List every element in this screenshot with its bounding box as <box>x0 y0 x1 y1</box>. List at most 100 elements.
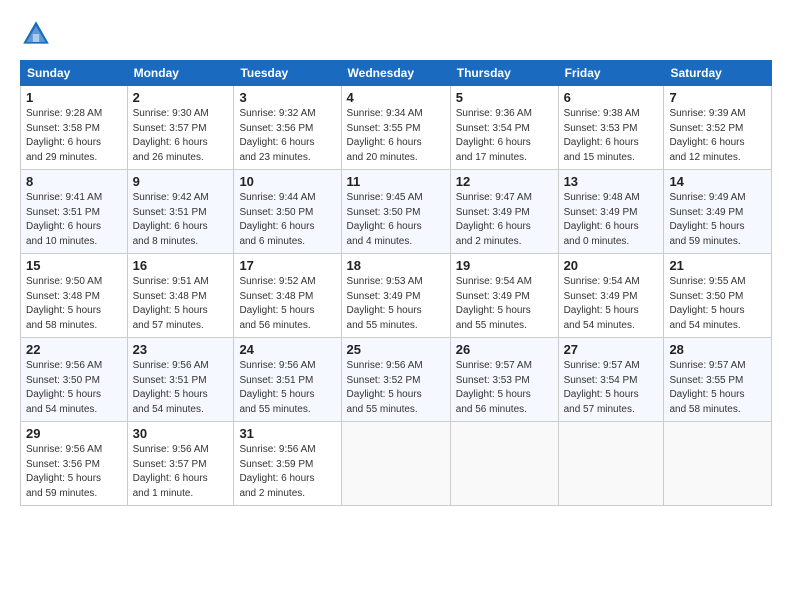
day-number: 4 <box>347 90 445 105</box>
calendar-cell: 6Sunrise: 9:38 AM Sunset: 3:53 PM Daylig… <box>558 86 664 170</box>
day-info: Sunrise: 9:56 AM Sunset: 3:51 PM Dayligh… <box>239 359 335 417</box>
day-info: Sunrise: 9:44 AM Sunset: 3:50 PM Dayligh… <box>239 191 335 249</box>
calendar-cell: 20 Sunrise: 9:54 AM Sunset: 3:49 PM Dayli… <box>558 254 664 338</box>
day-info: Sunrise: 9:54 AM Sunset: 3:49 PM Dayligh… <box>564 275 659 333</box>
calendar-body: 1 Sunrise: 9:28 AM Sunset: 3:58 PM Daylig… <box>21 86 772 506</box>
day-number: 13 <box>564 174 659 189</box>
calendar-header-row: SundayMondayTuesdayWednesdayThursdayFrid… <box>21 61 772 86</box>
calendar-header-saturday: Saturday <box>664 61 772 86</box>
day-info: Sunrise: 9:56 AM Sunset: 3:57 PM Dayligh… <box>133 443 229 501</box>
calendar-cell: 24Sunrise: 9:56 AM Sunset: 3:51 PM Dayli… <box>234 338 341 422</box>
calendar-cell: 31 Sunrise: 9:56 AM Sunset: 3:59 PM Dayli… <box>234 422 341 506</box>
calendar-header-sunday: Sunday <box>21 61 128 86</box>
calendar-cell: 9 Sunrise: 9:42 AM Sunset: 3:51 PM Daylig… <box>127 170 234 254</box>
calendar-cell: 19 Sunrise: 9:54 AM Sunset: 3:49 PM Dayli… <box>450 254 558 338</box>
day-info: Sunrise: 9:49 AM Sunset: 3:49 PM Dayligh… <box>669 191 766 249</box>
calendar-cell: 26Sunrise: 9:57 AM Sunset: 3:53 PM Dayli… <box>450 338 558 422</box>
day-number: 20 <box>564 258 659 273</box>
calendar-cell: 11 Sunrise: 9:45 AM Sunset: 3:50 PM Dayli… <box>341 170 450 254</box>
day-number: 3 <box>239 90 335 105</box>
day-number: 29 <box>26 426 122 441</box>
calendar-cell: 28 Sunrise: 9:57 AM Sunset: 3:55 PM Dayli… <box>664 338 772 422</box>
calendar-week-3: 15Sunrise: 9:50 AM Sunset: 3:48 PM Dayli… <box>21 254 772 338</box>
calendar-cell: 15Sunrise: 9:50 AM Sunset: 3:48 PM Dayli… <box>21 254 128 338</box>
day-number: 11 <box>347 174 445 189</box>
day-info: Sunrise: 9:36 AM Sunset: 3:54 PM Dayligh… <box>456 107 553 165</box>
day-info: Sunrise: 9:32 AM Sunset: 3:56 PM Dayligh… <box>239 107 335 165</box>
day-info: Sunrise: 9:47 AM Sunset: 3:49 PM Dayligh… <box>456 191 553 249</box>
day-info: Sunrise: 9:57 AM Sunset: 3:55 PM Dayligh… <box>669 359 766 417</box>
day-info: Sunrise: 9:39 AM Sunset: 3:52 PM Dayligh… <box>669 107 766 165</box>
day-info: Sunrise: 9:41 AM Sunset: 3:51 PM Dayligh… <box>26 191 122 249</box>
calendar-header-wednesday: Wednesday <box>341 61 450 86</box>
calendar-cell: 4 Sunrise: 9:34 AM Sunset: 3:55 PM Daylig… <box>341 86 450 170</box>
day-info: Sunrise: 9:42 AM Sunset: 3:51 PM Dayligh… <box>133 191 229 249</box>
day-info: Sunrise: 9:53 AM Sunset: 3:49 PM Dayligh… <box>347 275 445 333</box>
calendar-header-monday: Monday <box>127 61 234 86</box>
day-number: 28 <box>669 342 766 357</box>
calendar-cell: 10Sunrise: 9:44 AM Sunset: 3:50 PM Dayli… <box>234 170 341 254</box>
calendar-header-thursday: Thursday <box>450 61 558 86</box>
calendar-cell: 16Sunrise: 9:51 AM Sunset: 3:48 PM Dayli… <box>127 254 234 338</box>
calendar-cell: 7 Sunrise: 9:39 AM Sunset: 3:52 PM Daylig… <box>664 86 772 170</box>
day-number: 12 <box>456 174 553 189</box>
calendar-week-5: 29 Sunrise: 9:56 AM Sunset: 3:56 PM Dayli… <box>21 422 772 506</box>
day-number: 17 <box>239 258 335 273</box>
day-info: Sunrise: 9:34 AM Sunset: 3:55 PM Dayligh… <box>347 107 445 165</box>
calendar-cell: 22 Sunrise: 9:56 AM Sunset: 3:50 PM Dayli… <box>21 338 128 422</box>
day-number: 27 <box>564 342 659 357</box>
calendar-cell: 1 Sunrise: 9:28 AM Sunset: 3:58 PM Daylig… <box>21 86 128 170</box>
page: SundayMondayTuesdayWednesdayThursdayFrid… <box>0 0 792 518</box>
day-info: Sunrise: 9:28 AM Sunset: 3:58 PM Dayligh… <box>26 107 122 165</box>
calendar-cell: 3 Sunrise: 9:32 AM Sunset: 3:56 PM Daylig… <box>234 86 341 170</box>
day-info: Sunrise: 9:45 AM Sunset: 3:50 PM Dayligh… <box>347 191 445 249</box>
day-number: 9 <box>133 174 229 189</box>
calendar-cell: 8 Sunrise: 9:41 AM Sunset: 3:51 PM Daylig… <box>21 170 128 254</box>
day-info: Sunrise: 9:52 AM Sunset: 3:48 PM Dayligh… <box>239 275 335 333</box>
calendar-week-2: 8 Sunrise: 9:41 AM Sunset: 3:51 PM Daylig… <box>21 170 772 254</box>
day-number: 1 <box>26 90 122 105</box>
calendar-cell: 5 Sunrise: 9:36 AM Sunset: 3:54 PM Daylig… <box>450 86 558 170</box>
day-info: Sunrise: 9:50 AM Sunset: 3:48 PM Dayligh… <box>26 275 122 333</box>
day-number: 31 <box>239 426 335 441</box>
header <box>20 18 772 50</box>
day-number: 25 <box>347 342 445 357</box>
calendar-cell: 29 Sunrise: 9:56 AM Sunset: 3:56 PM Dayli… <box>21 422 128 506</box>
calendar-cell <box>664 422 772 506</box>
calendar-cell: 12 Sunrise: 9:47 AM Sunset: 3:49 PM Dayli… <box>450 170 558 254</box>
day-number: 30 <box>133 426 229 441</box>
day-number: 19 <box>456 258 553 273</box>
day-number: 26 <box>456 342 553 357</box>
day-number: 8 <box>26 174 122 189</box>
calendar-cell <box>558 422 664 506</box>
day-info: Sunrise: 9:54 AM Sunset: 3:49 PM Dayligh… <box>456 275 553 333</box>
calendar-cell: 21 Sunrise: 9:55 AM Sunset: 3:50 PM Dayli… <box>664 254 772 338</box>
day-number: 6 <box>564 90 659 105</box>
calendar-cell: 27 Sunrise: 9:57 AM Sunset: 3:54 PM Dayli… <box>558 338 664 422</box>
calendar-cell: 13Sunrise: 9:48 AM Sunset: 3:49 PM Dayli… <box>558 170 664 254</box>
day-number: 22 <box>26 342 122 357</box>
day-info: Sunrise: 9:57 AM Sunset: 3:54 PM Dayligh… <box>564 359 659 417</box>
day-info: Sunrise: 9:56 AM Sunset: 3:56 PM Dayligh… <box>26 443 122 501</box>
calendar-cell <box>341 422 450 506</box>
calendar-cell: 18 Sunrise: 9:53 AM Sunset: 3:49 PM Dayli… <box>341 254 450 338</box>
logo <box>20 18 56 50</box>
calendar-cell: 25Sunrise: 9:56 AM Sunset: 3:52 PM Dayli… <box>341 338 450 422</box>
calendar-week-1: 1 Sunrise: 9:28 AM Sunset: 3:58 PM Daylig… <box>21 86 772 170</box>
day-number: 5 <box>456 90 553 105</box>
calendar-cell <box>450 422 558 506</box>
calendar-cell: 17 Sunrise: 9:52 AM Sunset: 3:48 PM Dayli… <box>234 254 341 338</box>
calendar-cell: 2Sunrise: 9:30 AM Sunset: 3:57 PM Daylig… <box>127 86 234 170</box>
day-info: Sunrise: 9:56 AM Sunset: 3:59 PM Dayligh… <box>239 443 335 501</box>
day-info: Sunrise: 9:56 AM Sunset: 3:50 PM Dayligh… <box>26 359 122 417</box>
day-number: 21 <box>669 258 766 273</box>
day-info: Sunrise: 9:56 AM Sunset: 3:51 PM Dayligh… <box>133 359 229 417</box>
day-number: 18 <box>347 258 445 273</box>
calendar-week-4: 22 Sunrise: 9:56 AM Sunset: 3:50 PM Dayli… <box>21 338 772 422</box>
day-number: 23 <box>133 342 229 357</box>
day-number: 2 <box>133 90 229 105</box>
day-number: 7 <box>669 90 766 105</box>
day-info: Sunrise: 9:55 AM Sunset: 3:50 PM Dayligh… <box>669 275 766 333</box>
calendar-cell: 14Sunrise: 9:49 AM Sunset: 3:49 PM Dayli… <box>664 170 772 254</box>
day-number: 16 <box>133 258 229 273</box>
